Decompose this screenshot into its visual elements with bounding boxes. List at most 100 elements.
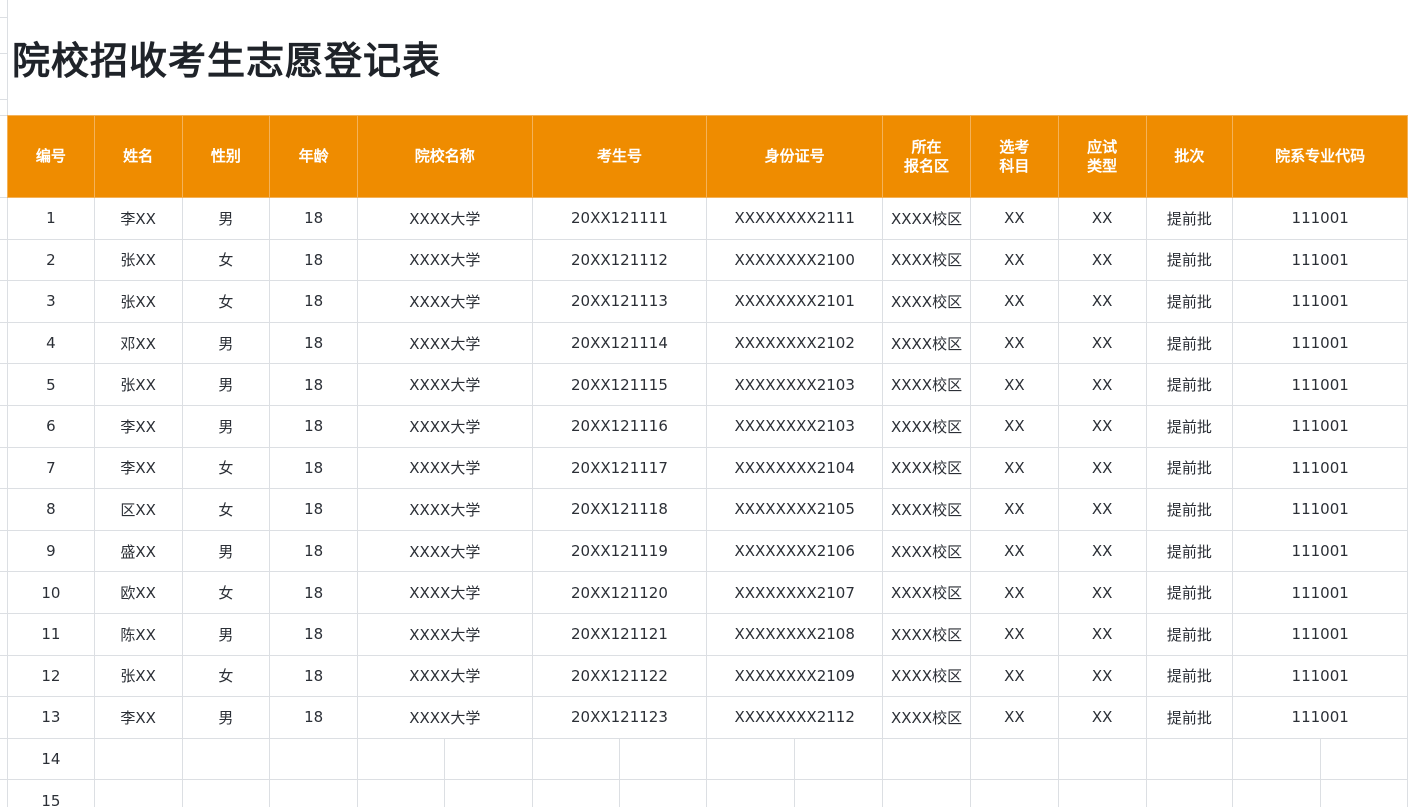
cell-col-batch[interactable]: 提前批	[1145, 696, 1234, 739]
cell-col-age[interactable]: 18	[269, 696, 358, 739]
cell-col-type[interactable]: XX	[1057, 612, 1147, 656]
cell-col-id-card[interactable]: XXXXXXXX2103	[706, 363, 884, 406]
cell-col-exam-id[interactable]: 20XX121121	[531, 612, 708, 656]
cell-col-type[interactable]: XX	[1057, 529, 1147, 573]
cell-col-type[interactable]: XX	[1057, 488, 1147, 531]
cell-col-subjects[interactable]: XX	[970, 488, 1059, 531]
empty-cell[interactable]	[531, 737, 708, 781]
cell-col-region[interactable]: XXXX校区	[882, 238, 972, 282]
cell-col-id-card[interactable]: XXXXXXXX2108	[706, 612, 884, 656]
cell-col-number[interactable]: 15	[7, 779, 95, 807]
cell-col-major-code[interactable]: 111001	[1232, 363, 1408, 406]
cell-col-type[interactable]: XX	[1057, 571, 1147, 614]
header-col-major-code[interactable]: 院系专业代码	[1232, 115, 1408, 198]
cell-col-subjects[interactable]: XX	[970, 571, 1059, 614]
empty-cell[interactable]	[181, 737, 271, 781]
cell-col-batch[interactable]: 提前批	[1145, 404, 1234, 448]
cell-col-school[interactable]: XXXX大学	[356, 363, 533, 406]
header-col-gender[interactable]: 性别	[181, 115, 271, 198]
cell-col-school[interactable]: XXXX大学	[356, 488, 533, 531]
cell-col-id-card[interactable]: XXXXXXXX2100	[706, 238, 884, 282]
header-col-subjects[interactable]: 选考 科目	[970, 115, 1059, 198]
cell-col-number[interactable]: 4	[7, 321, 95, 365]
cell-col-gender[interactable]: 男	[181, 321, 271, 365]
empty-cell[interactable]	[1057, 779, 1147, 807]
empty-cell[interactable]	[269, 737, 358, 781]
cell-col-region[interactable]: XXXX校区	[882, 363, 972, 406]
cell-col-name[interactable]: 李XX	[93, 197, 183, 240]
cell-col-age[interactable]: 18	[269, 488, 358, 531]
cell-col-region[interactable]: XXXX校区	[882, 529, 972, 573]
cell-col-school[interactable]: XXXX大学	[356, 571, 533, 614]
cell-col-subjects[interactable]: XX	[970, 280, 1059, 323]
cell-col-id-card[interactable]: XXXXXXXX2104	[706, 446, 884, 490]
cell-col-exam-id[interactable]: 20XX121123	[531, 696, 708, 739]
cell-col-age[interactable]: 18	[269, 446, 358, 490]
cell-col-school[interactable]: XXXX大学	[356, 321, 533, 365]
header-col-age[interactable]: 年龄	[269, 115, 358, 198]
cell-col-gender[interactable]: 女	[181, 238, 271, 282]
cell-col-name[interactable]: 李XX	[93, 446, 183, 490]
empty-cell[interactable]	[93, 737, 183, 781]
empty-cell[interactable]	[706, 737, 884, 781]
cell-col-school[interactable]: XXXX大学	[356, 197, 533, 240]
cell-col-subjects[interactable]: XX	[970, 446, 1059, 490]
cell-col-subjects[interactable]: XX	[970, 404, 1059, 448]
cell-col-subjects[interactable]: XX	[970, 197, 1059, 240]
cell-col-id-card[interactable]: XXXXXXXX2107	[706, 571, 884, 614]
header-col-batch[interactable]: 批次	[1145, 115, 1234, 198]
cell-col-school[interactable]: XXXX大学	[356, 238, 533, 282]
cell-col-exam-id[interactable]: 20XX121116	[531, 404, 708, 448]
cell-col-region[interactable]: XXXX校区	[882, 197, 972, 240]
cell-col-number[interactable]: 11	[7, 612, 95, 656]
cell-col-id-card[interactable]: XXXXXXXX2109	[706, 654, 884, 698]
cell-col-subjects[interactable]: XX	[970, 696, 1059, 739]
sheet-title[interactable]: 院校招收考生志愿登记表	[12, 30, 441, 85]
cell-col-number[interactable]: 2	[7, 238, 95, 282]
header-col-name[interactable]: 姓名	[93, 115, 183, 198]
cell-col-region[interactable]: XXXX校区	[882, 404, 972, 448]
empty-cell[interactable]	[531, 779, 708, 807]
cell-col-gender[interactable]: 女	[181, 571, 271, 614]
cell-col-batch[interactable]: 提前批	[1145, 280, 1234, 323]
cell-col-region[interactable]: XXXX校区	[882, 488, 972, 531]
cell-col-name[interactable]: 欧XX	[93, 571, 183, 614]
cell-col-id-card[interactable]: XXXXXXXX2105	[706, 488, 884, 531]
cell-col-gender[interactable]: 男	[181, 404, 271, 448]
cell-col-batch[interactable]: 提前批	[1145, 446, 1234, 490]
cell-col-gender[interactable]: 男	[181, 197, 271, 240]
cell-col-subjects[interactable]: XX	[970, 238, 1059, 282]
header-col-type[interactable]: 应试 类型	[1057, 115, 1147, 198]
cell-col-age[interactable]: 18	[269, 571, 358, 614]
cell-col-gender[interactable]: 男	[181, 363, 271, 406]
empty-cell[interactable]	[356, 737, 533, 781]
cell-col-name[interactable]: 区XX	[93, 488, 183, 531]
cell-col-region[interactable]: XXXX校区	[882, 321, 972, 365]
cell-col-gender[interactable]: 男	[181, 696, 271, 739]
cell-col-school[interactable]: XXXX大学	[356, 612, 533, 656]
header-col-school[interactable]: 院校名称	[356, 115, 533, 198]
header-col-id-card[interactable]: 身份证号	[706, 115, 884, 198]
cell-col-exam-id[interactable]: 20XX121111	[531, 197, 708, 240]
header-col-region[interactable]: 所在 报名区	[882, 115, 972, 198]
cell-col-age[interactable]: 18	[269, 363, 358, 406]
empty-cell[interactable]	[706, 779, 884, 807]
empty-cell[interactable]	[1057, 737, 1147, 781]
cell-col-age[interactable]: 18	[269, 197, 358, 240]
empty-cell[interactable]	[1145, 779, 1234, 807]
cell-col-major-code[interactable]: 111001	[1232, 612, 1408, 656]
cell-col-type[interactable]: XX	[1057, 321, 1147, 365]
cell-col-id-card[interactable]: XXXXXXXX2111	[706, 197, 884, 240]
cell-col-name[interactable]: 张XX	[93, 238, 183, 282]
cell-col-age[interactable]: 18	[269, 612, 358, 656]
cell-col-number[interactable]: 1	[7, 197, 95, 240]
cell-col-exam-id[interactable]: 20XX121118	[531, 488, 708, 531]
cell-col-age[interactable]: 18	[269, 404, 358, 448]
cell-col-age[interactable]: 18	[269, 238, 358, 282]
cell-col-region[interactable]: XXXX校区	[882, 571, 972, 614]
cell-col-major-code[interactable]: 111001	[1232, 696, 1408, 739]
cell-col-major-code[interactable]: 111001	[1232, 488, 1408, 531]
cell-col-number[interactable]: 8	[7, 488, 95, 531]
cell-col-major-code[interactable]: 111001	[1232, 280, 1408, 323]
cell-col-gender[interactable]: 女	[181, 446, 271, 490]
